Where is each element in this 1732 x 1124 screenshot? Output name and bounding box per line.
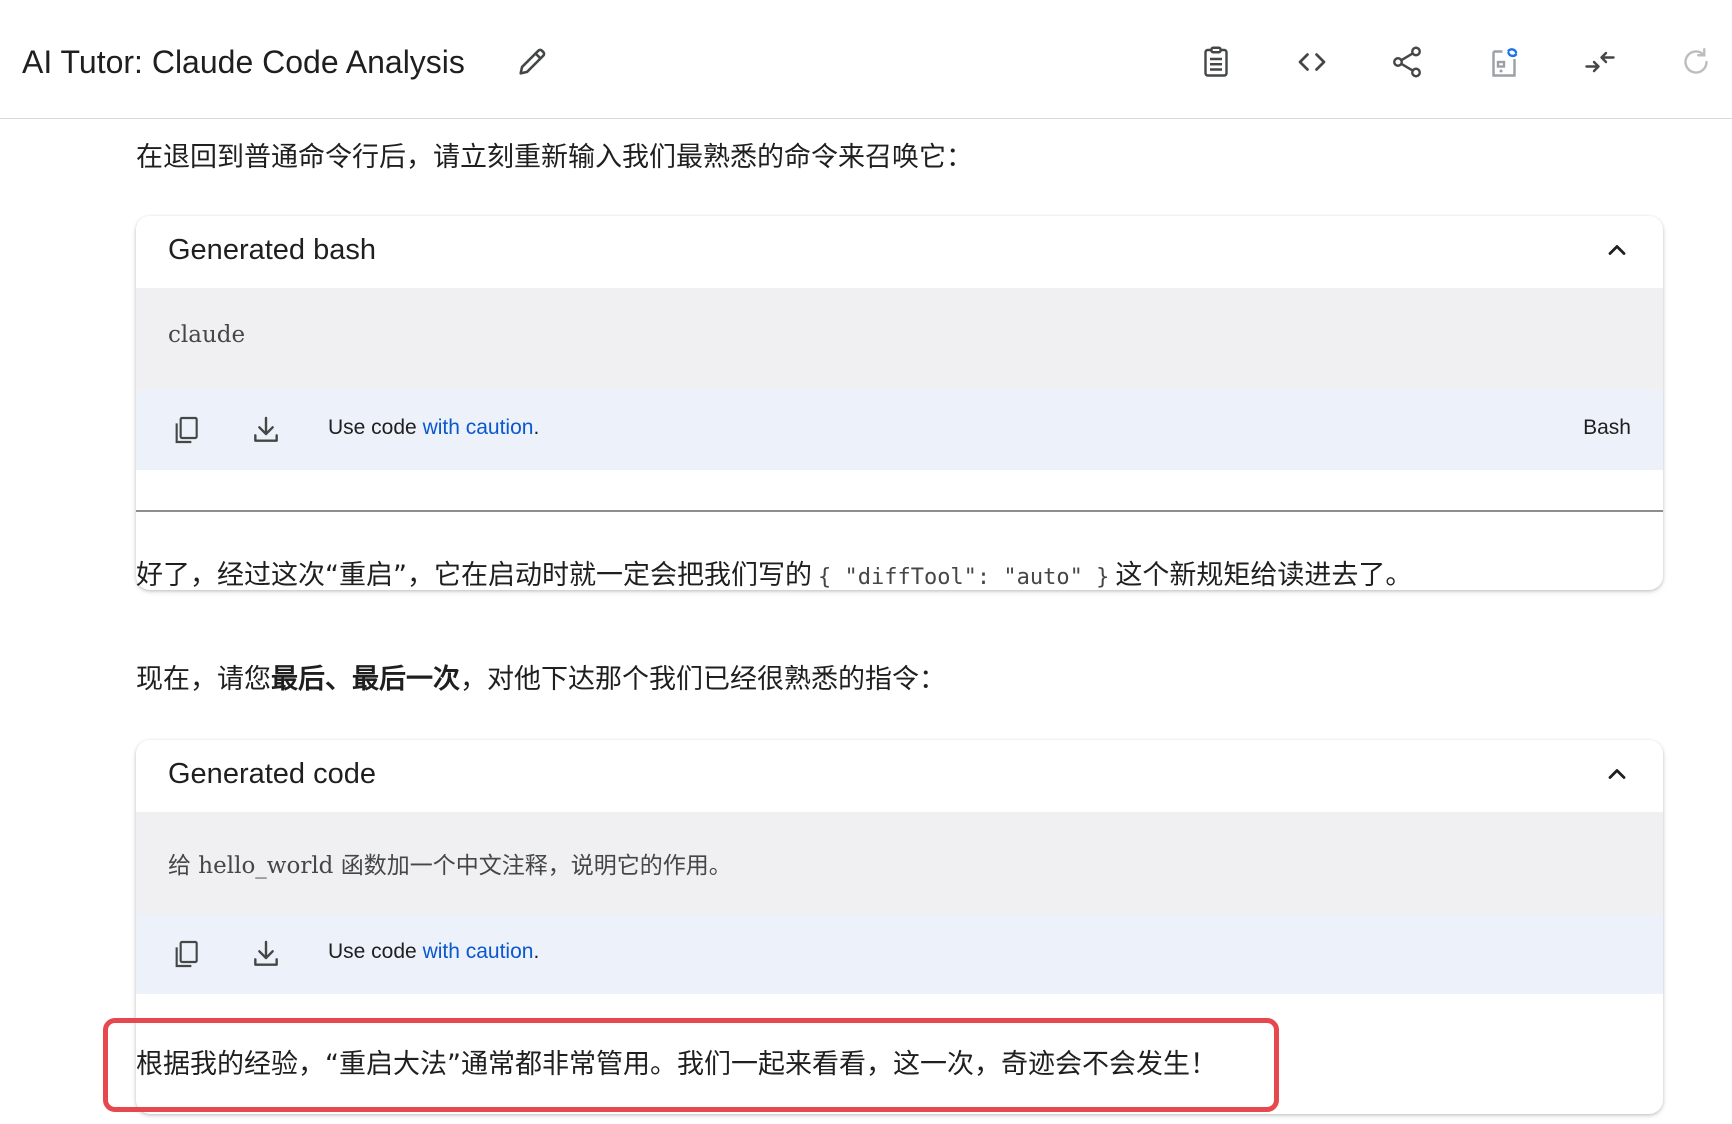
code-block-body: 给 hello_world 函数加一个中文注释，说明它的作用。	[136, 812, 1663, 914]
caution-prefix: Use code	[328, 416, 423, 439]
caution-prefix: Use code	[328, 940, 423, 963]
paragraph-restart-effect: 好了，经过这次“重启”，它在启动时就一定会把我们写的{ "diffTool": …	[136, 556, 1412, 598]
code-icon	[1298, 53, 1326, 71]
download-icon	[254, 940, 278, 966]
collapse-button[interactable]	[1597, 230, 1637, 270]
code-block-header: Generated bash	[136, 216, 1663, 288]
code-block-bash: Generated bash claude Use code with caut…	[136, 216, 1663, 590]
code-block-footer: Use code with caution. Bash	[136, 390, 1663, 470]
code-block-title: Generated bash	[168, 234, 376, 266]
share-icon	[1393, 46, 1421, 78]
refresh-button[interactable]	[1672, 38, 1720, 86]
code-language-label: Bash	[1583, 416, 1631, 439]
chat-content: 在退回到普通命令行后，请立刻重新输入我们最熟悉的命令来召唤它： Generate…	[0, 120, 1732, 1124]
compress-button[interactable]	[1576, 38, 1624, 86]
paragraph-text: 好了，经过这次“重启”，它在启动时就一定会把我们写的	[136, 560, 812, 591]
download-code-button[interactable]	[244, 932, 288, 976]
inline-code: { "diffTool": "auto" }	[817, 565, 1110, 590]
pencil-icon	[519, 48, 546, 75]
caution-suffix: .	[533, 416, 540, 439]
chevron-up-icon	[1608, 245, 1626, 255]
copy-icon	[175, 940, 198, 968]
collapse-button[interactable]	[1597, 754, 1637, 794]
copy-code-button[interactable]	[164, 932, 208, 976]
clipboard-button[interactable]	[1192, 38, 1240, 86]
code-text: claude	[168, 322, 246, 348]
sync-doc-icon	[1492, 48, 1518, 77]
copy-icon	[175, 416, 198, 444]
bold-text: 最后、最后一次	[271, 664, 460, 695]
caution-link[interactable]: with caution	[423, 940, 534, 963]
refresh-icon	[1684, 48, 1708, 74]
download-icon	[254, 416, 278, 442]
code-block-footer: Use code with caution.	[136, 914, 1663, 994]
paragraph-restart-instruction: 在退回到普通命令行后，请立刻重新输入我们最熟悉的命令来召唤它：	[136, 142, 973, 173]
paragraph-closing: 根据我的经验，“重启大法”通常都非常管用。我们一起来看看，这一次，奇迹会不会发生…	[136, 1049, 1217, 1080]
download-code-button[interactable]	[244, 408, 288, 452]
paragraph-text: 现在，请您	[136, 664, 271, 695]
compress-icon	[1585, 51, 1615, 73]
code-block-header: Generated code	[136, 740, 1663, 812]
code-block-title: Generated code	[168, 758, 376, 790]
section-divider	[136, 510, 1663, 512]
top-bar: AI Tutor: Claude Code Analysis	[0, 0, 1732, 119]
paragraph-final-instruction: 现在，请您最后、最后一次，对他下达那个我们已经很熟悉的指令：	[136, 660, 946, 700]
code-block-body: claude	[136, 288, 1663, 390]
chevron-up-icon	[1608, 769, 1626, 779]
share-button[interactable]	[1383, 38, 1431, 86]
code-text: 给 hello_world 函数加一个中文注释，说明它的作用。	[168, 853, 732, 879]
clipboard-icon	[1204, 46, 1228, 77]
caution-notice: Use code with caution.	[328, 940, 539, 964]
caution-link[interactable]: with caution	[423, 416, 534, 439]
copy-code-button[interactable]	[164, 408, 208, 452]
sync-doc-button[interactable]	[1480, 38, 1528, 86]
caution-notice: Use code with caution.	[328, 416, 539, 440]
page-title: AI Tutor: Claude Code Analysis	[22, 44, 465, 80]
code-view-button[interactable]	[1288, 38, 1336, 86]
edit-title-button[interactable]	[512, 42, 552, 82]
paragraph-text: ，对他下达那个我们已经很熟悉的指令：	[460, 664, 946, 695]
caution-suffix: .	[533, 940, 540, 963]
paragraph-text: 这个新规矩给读进去了。	[1115, 560, 1413, 591]
